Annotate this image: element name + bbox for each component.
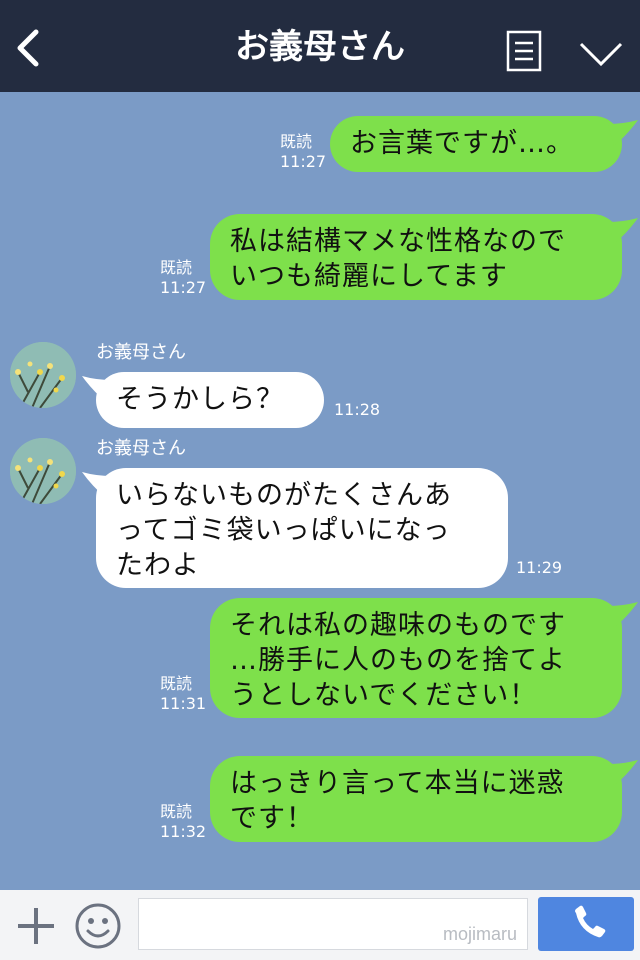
read-status: 既読 11:31 <box>160 674 206 714</box>
message-time: 11:27 <box>280 152 327 171</box>
phone-icon <box>575 905 606 938</box>
message-text: いつも綺麗にしてます <box>230 261 508 292</box>
my-message-bubble[interactable]: それは私の趣味のものです …勝手に人のものを捨てよ うとしないでください！ <box>210 598 622 718</box>
read-label: 既読 <box>160 258 193 277</box>
avatar[interactable] <box>10 438 76 504</box>
message-text: それは私の趣味のものです <box>230 610 566 641</box>
sender-name: お義母さん <box>96 438 186 459</box>
message-time: 11:29 <box>516 558 563 577</box>
list-icon[interactable] <box>506 30 542 72</box>
message-list[interactable]: 既読 11:27 お言葉ですが…。 既読 11:27 私は結構マメな性格なので … <box>0 92 640 890</box>
read-label: 既読 <box>280 132 313 151</box>
message-text: うとしないでください！ <box>230 680 538 711</box>
message-text: お言葉ですが…。 <box>350 128 574 159</box>
sender-name: お義母さん <box>96 342 186 363</box>
chat-title: お義母さん <box>235 27 405 67</box>
read-label: 既読 <box>160 802 193 821</box>
bubble-tail <box>608 760 638 786</box>
message-text: …勝手に人のものを捨てよ <box>230 645 566 676</box>
my-message-bubble[interactable]: はっきり言って本当に迷惑 です！ <box>210 756 622 842</box>
message-time: 11:27 <box>160 278 207 297</box>
chevron-down-icon[interactable] <box>578 40 624 68</box>
message-text: はっきり言って本当に迷惑 <box>230 768 565 799</box>
smiley-icon[interactable] <box>74 902 122 950</box>
message-time: 11:32 <box>160 822 207 841</box>
my-message-bubble[interactable]: 私は結構マメな性格なので いつも綺麗にしてます <box>210 214 622 300</box>
message-text: いらないものがたくさんあ <box>116 480 452 511</box>
bubble-tail <box>608 218 638 244</box>
plus-icon[interactable] <box>14 904 58 948</box>
message-text: です！ <box>230 803 314 834</box>
read-status: 既読 11:27 <box>280 132 326 172</box>
message-text: 私は結構マメな性格なので <box>230 226 566 257</box>
watermark: mojimaru <box>442 924 517 944</box>
message-text: ってゴミ袋いっぱいになっ <box>116 515 451 546</box>
read-label: 既読 <box>160 674 193 693</box>
message-time: 11:31 <box>160 694 207 713</box>
bubble-tail <box>608 602 638 628</box>
message-text: たわよ <box>116 550 200 581</box>
their-message-bubble[interactable]: そうかしら？ <box>96 372 324 428</box>
message-time: 11:28 <box>334 400 381 419</box>
bubble-tail <box>608 120 638 146</box>
avatar[interactable] <box>10 342 76 408</box>
read-status: 既読 11:32 <box>160 802 206 842</box>
input-bar: mojimaru <box>0 890 640 960</box>
my-message-bubble[interactable]: お言葉ですが…。 <box>330 116 622 172</box>
flower-icon <box>10 438 76 504</box>
message-input[interactable]: mojimaru <box>138 898 528 950</box>
flower-icon <box>10 342 76 408</box>
read-status: 既読 11:27 <box>160 258 206 298</box>
message-text: そうかしら？ <box>116 384 284 415</box>
chat-header: お義母さん <box>0 0 640 92</box>
their-message-bubble[interactable]: いらないものがたくさんあ ってゴミ袋いっぱいになっ たわよ <box>96 468 508 588</box>
call-button[interactable] <box>538 897 634 951</box>
